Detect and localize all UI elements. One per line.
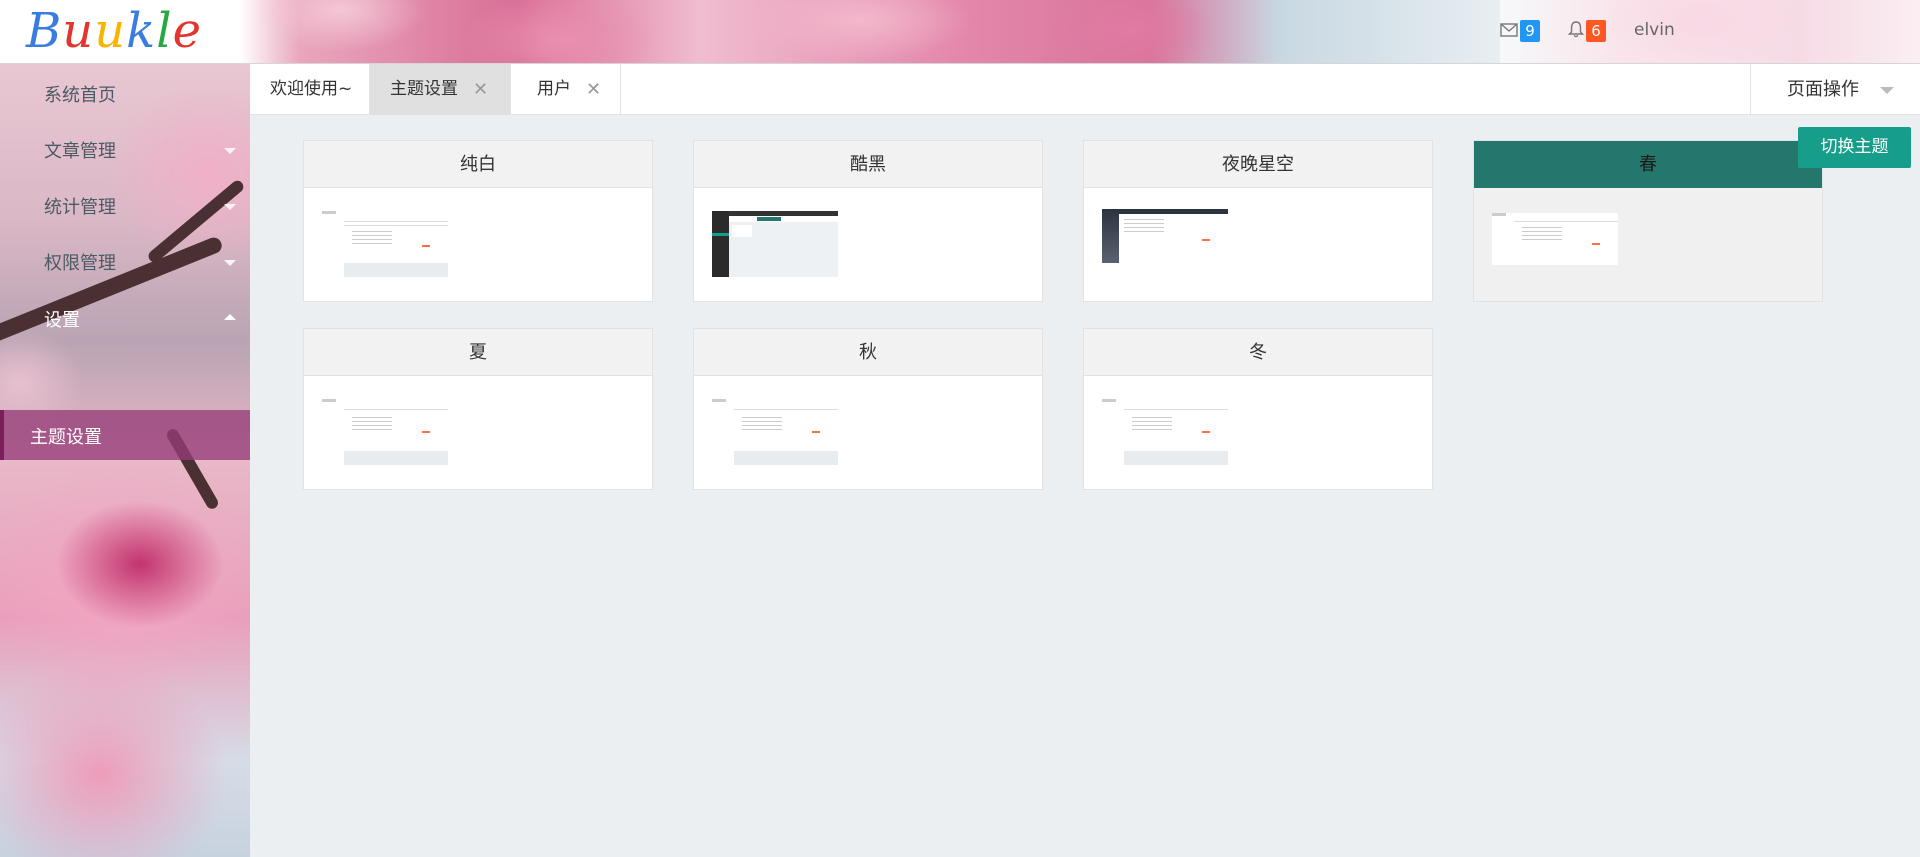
theme-preview-thumbnail — [712, 399, 838, 465]
theme-preview-thumbnail — [1102, 209, 1228, 275]
chevron-down-icon — [1880, 87, 1894, 94]
bell-icon — [1567, 21, 1585, 38]
top-header: Buukle 9 6 elvin — [0, 0, 1920, 64]
theme-name: 纯白 — [304, 141, 652, 188]
chevron-down-icon — [224, 260, 236, 266]
logo-letter: k — [126, 3, 157, 59]
sidebar-item-statistics[interactable]: 统计管理 — [44, 193, 116, 219]
logo-letter: e — [172, 3, 202, 59]
sidebar-item-label: 权限管理 — [44, 253, 116, 274]
tab-label: 欢迎使用~ — [270, 79, 353, 99]
tab-label: 用户 — [537, 79, 571, 99]
sidebar-item-label: 文章管理 — [44, 141, 116, 162]
logo-letter: u — [62, 3, 95, 59]
mail-count-badge: 9 — [1520, 20, 1540, 42]
tab-bar: 欢迎使用~ 主题设置 ✕ 用户 ✕ 页面操作 — [250, 64, 1920, 115]
theme-preview-thumbnail — [1492, 213, 1618, 279]
theme-card-pure-white[interactable]: 纯白 — [303, 140, 653, 302]
tab-users[interactable]: 用户 ✕ — [511, 64, 621, 115]
theme-card-autumn[interactable]: 秋 — [693, 328, 1043, 490]
sidebar-item-label: 统计管理 — [44, 197, 116, 218]
tab-theme-settings[interactable]: 主题设置 ✕ — [370, 64, 511, 115]
sidebar-item-home[interactable]: 系统首页 — [44, 81, 116, 107]
theme-name: 酷黑 — [694, 141, 1042, 188]
page-operations-dropdown[interactable]: 页面操作 — [1750, 64, 1920, 115]
notification-button[interactable]: 6 — [1567, 20, 1606, 42]
mail-button[interactable]: 9 — [1500, 20, 1540, 42]
theme-name: 秋 — [694, 329, 1042, 376]
theme-card-night-sky[interactable]: 夜晚星空 — [1083, 140, 1433, 302]
close-icon[interactable]: ✕ — [586, 64, 601, 115]
logo-letter: l — [156, 3, 173, 59]
mail-icon — [1500, 23, 1518, 37]
tab-label: 主题设置 — [390, 79, 458, 99]
theme-name: 夜晚星空 — [1084, 141, 1432, 188]
logo-letter: B — [26, 3, 63, 59]
sidebar-item-label: 设置 — [44, 310, 80, 331]
theme-card-spring[interactable]: 春 — [1473, 140, 1823, 302]
sidebar: 系统首页 文章管理 统计管理 权限管理 设置 主题设置 — [0, 64, 250, 857]
sidebar-item-theme-settings[interactable]: 主题设置 — [0, 410, 250, 460]
sidebar-item-articles[interactable]: 文章管理 — [44, 137, 116, 163]
theme-name: 春 — [1474, 141, 1822, 188]
header-user-area: 9 6 elvin — [1500, 0, 1920, 63]
sidebar-item-permissions[interactable]: 权限管理 — [44, 249, 116, 275]
chevron-up-icon — [224, 314, 236, 320]
sidebar-item-label: 系统首页 — [44, 85, 116, 106]
logo-letter: u — [94, 3, 127, 59]
theme-name: 夏 — [304, 329, 652, 376]
theme-preview-thumbnail — [1102, 399, 1228, 465]
theme-card-cool-black[interactable]: 酷黑 — [693, 140, 1043, 302]
chevron-down-icon — [224, 148, 236, 154]
page-ops-label: 页面操作 — [1787, 79, 1859, 100]
username: elvin — [1634, 20, 1675, 40]
close-icon[interactable]: ✕ — [473, 64, 488, 115]
theme-card-winter[interactable]: 冬 — [1083, 328, 1433, 490]
tab-welcome[interactable]: 欢迎使用~ — [250, 64, 370, 115]
sidebar-item-settings[interactable]: 设置 — [44, 306, 80, 332]
theme-preview-thumbnail — [712, 211, 838, 277]
brand-logo[interactable]: Buukle — [26, 2, 202, 60]
chevron-down-icon — [224, 204, 236, 210]
theme-name: 冬 — [1084, 329, 1432, 376]
theme-preview-thumbnail — [322, 399, 448, 465]
notice-count-badge: 6 — [1586, 20, 1606, 42]
sidebar-item-label: 主题设置 — [30, 427, 102, 448]
theme-preview-thumbnail — [322, 211, 448, 277]
theme-card-summer[interactable]: 夏 — [303, 328, 653, 490]
switch-theme-button[interactable]: 切换主题 — [1798, 127, 1911, 168]
user-menu[interactable]: elvin — [1634, 20, 1675, 40]
